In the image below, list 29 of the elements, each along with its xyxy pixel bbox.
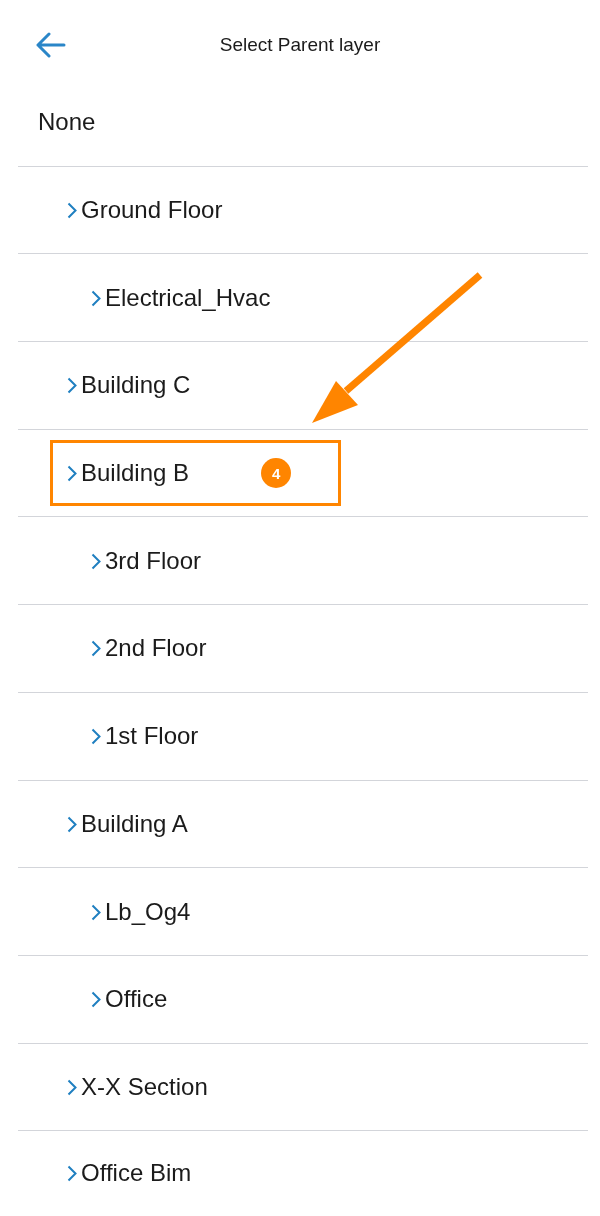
- chevron-right-icon: [91, 640, 101, 658]
- chevron-right-icon: [91, 728, 101, 746]
- chevron-right-icon: [91, 289, 101, 307]
- chevron-right-icon: [91, 903, 101, 921]
- layer-name[interactable]: Building B: [81, 458, 190, 489]
- layer-name[interactable]: 2nd Floor: [105, 633, 207, 664]
- none-option[interactable]: None: [38, 107, 96, 138]
- chevron-right-icon: [67, 815, 77, 833]
- step-number-badge: 4: [261, 458, 292, 489]
- chevron-right-icon: [91, 552, 101, 570]
- back-button[interactable]: [36, 32, 66, 58]
- layer-name[interactable]: Building A: [81, 808, 188, 839]
- layer-name[interactable]: Lb_Og4: [105, 896, 191, 927]
- page-title: Select Parent layer: [219, 33, 381, 57]
- layer-name[interactable]: 3rd Floor: [105, 545, 202, 576]
- layer-name[interactable]: 1st Floor: [105, 721, 199, 752]
- back-arrow-icon: [36, 32, 66, 58]
- layer-name[interactable]: Electrical_Hvac: [105, 282, 271, 313]
- chevron-right-icon: [67, 202, 77, 220]
- layer-name[interactable]: Ground Floor: [81, 195, 223, 226]
- chevron-right-icon: [67, 377, 77, 395]
- chevron-right-icon: [91, 991, 101, 1009]
- chevron-right-icon: [67, 465, 77, 483]
- layer-name[interactable]: Office: [105, 984, 168, 1015]
- chevron-right-icon: [67, 1165, 77, 1183]
- layer-name[interactable]: Office Bim: [81, 1158, 192, 1189]
- layer-name[interactable]: Building C: [81, 370, 191, 401]
- chevron-right-icon: [67, 1078, 77, 1096]
- layer-name[interactable]: X-X Section: [81, 1071, 208, 1102]
